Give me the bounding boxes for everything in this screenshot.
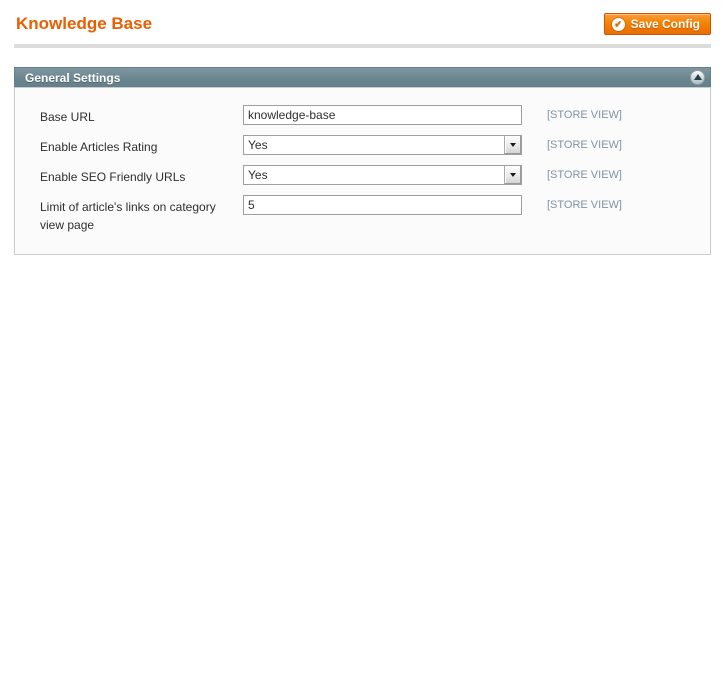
field-row: Limit of article's links on category vie…	[40, 195, 685, 234]
collapse-button[interactable]	[690, 70, 705, 85]
scope-label: [STORE VIEW]	[547, 105, 622, 121]
page: Knowledge Base ✔ Save Config General Set…	[0, 0, 725, 680]
general-settings-panel: General Settings Base URL[STORE VIEW]Ena…	[14, 67, 711, 255]
section-header[interactable]: General Settings	[14, 67, 711, 87]
enable-seo-friendly-urls-label: Enable SEO Friendly URLs	[40, 165, 243, 186]
field-row: Enable SEO Friendly URLsYes [STORE VIEW]	[40, 165, 685, 186]
save-config-label: Save Config	[631, 17, 700, 31]
page-title: Knowledge Base	[14, 14, 152, 34]
content-header: Knowledge Base ✔ Save Config	[14, 0, 711, 35]
scope-label: [STORE VIEW]	[547, 165, 622, 181]
enable-articles-rating-select-wrap: Yes	[243, 135, 522, 155]
base-url-input[interactable]	[243, 105, 522, 125]
settings-fieldset: Base URL[STORE VIEW]Enable Articles Rati…	[14, 87, 711, 255]
enable-articles-rating-select[interactable]: Yes	[243, 135, 522, 155]
field-row: Enable Articles RatingYes [STORE VIEW]	[40, 135, 685, 156]
save-config-button[interactable]: ✔ Save Config	[604, 13, 711, 35]
chevron-up-icon	[694, 74, 702, 80]
section-title: General Settings	[25, 71, 120, 85]
article-links-limit-label: Limit of article's links on category vie…	[40, 195, 243, 234]
field-row: Base URL [STORE VIEW]	[40, 105, 685, 126]
header-divider	[14, 44, 711, 48]
article-links-limit-input[interactable]	[243, 195, 522, 215]
scope-label: [STORE VIEW]	[547, 135, 622, 151]
scope-label: [STORE VIEW]	[547, 195, 622, 211]
enable-seo-friendly-urls-select-wrap: Yes	[243, 165, 522, 185]
base-url-label: Base URL	[40, 105, 243, 126]
check-circle-icon: ✔	[612, 18, 625, 31]
enable-seo-friendly-urls-select[interactable]: Yes	[243, 165, 522, 185]
enable-articles-rating-label: Enable Articles Rating	[40, 135, 243, 156]
